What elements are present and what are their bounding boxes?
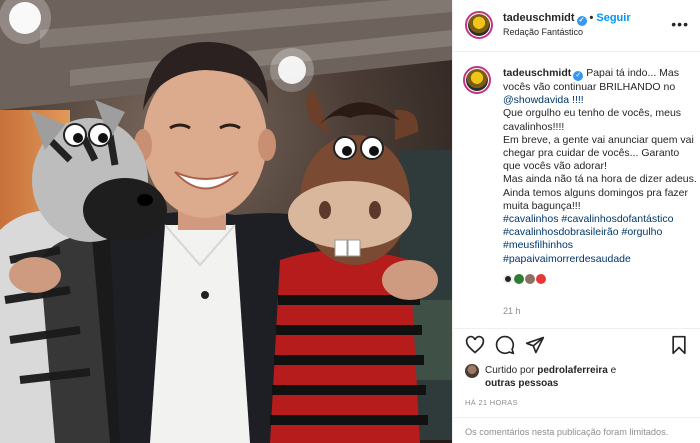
liker-username[interactable]: pedrolaferreira (537, 365, 608, 376)
photo-illustration (0, 0, 452, 443)
post-caption: tadeuschmidt ✓ Papai tá indo... Mas vocês… (453, 52, 700, 328)
author-username[interactable]: tadeuschmidt (503, 12, 575, 24)
brazil-ball-emoji-icon (514, 274, 524, 285)
liked-by-line: Curtido por pedrolaferreira e (485, 365, 616, 376)
hashtag-link[interactable]: #cavalinhos #cavalinhosdofantástico (503, 213, 695, 226)
author-line: tadeuschmidt ✓ • Seguir (503, 12, 631, 26)
comment-icon[interactable] (495, 335, 515, 355)
author-avatar[interactable] (465, 11, 493, 39)
post-side-panel: tadeuschmidt ✓ • Seguir Redação Fantástico … (452, 0, 700, 443)
mention-link[interactable]: @showdavida !!!! (503, 94, 695, 107)
caption-text: chegar pra cuidar de vocês... Garanto (503, 147, 680, 160)
separator-dot: • (589, 12, 594, 24)
comments-limited-notice: Os comentários nesta publicação foram li… (453, 417, 700, 443)
follow-button[interactable]: Seguir (596, 12, 630, 24)
bookmark-icon[interactable] (669, 335, 689, 355)
verified-badge-icon: ✓ (576, 16, 587, 26)
caption-text: cavalinhos!!!! (503, 120, 565, 133)
caption-line-first: tadeuschmidt ✓ Papai tá indo... Mas (503, 67, 695, 81)
liker-avatar[interactable] (465, 364, 479, 378)
caption-text: que vocês vão adorar! (503, 160, 607, 173)
post-location[interactable]: Redação Fantástico (503, 27, 583, 37)
hashtag-link[interactable]: #cavalinhosdobrasileirão #orgulho (503, 226, 695, 239)
share-icon[interactable] (525, 335, 545, 355)
emoji-row (503, 273, 695, 286)
hashtag-link[interactable]: #meusfilhinhos (503, 239, 695, 252)
heart-emoji-icon (536, 274, 546, 285)
soccer-ball-emoji-icon (503, 274, 513, 285)
liked-by-joiner: e (610, 365, 617, 376)
caption-text: Ainda temos alguns domingos pra fazer (503, 186, 689, 199)
caption-verified-icon: ✓ (573, 71, 584, 81)
caption-text: Mas ainda não tá na hora de dizer adeus. (503, 173, 697, 186)
caption-text: vocês vão continuar BRILHANDO no (503, 81, 676, 93)
caption-text: muita bagunça!!! (503, 199, 581, 212)
liked-by-others[interactable]: outras pessoas (485, 378, 558, 389)
liked-by-prefix: Curtido por (485, 365, 535, 376)
others-link[interactable]: outras pessoas (485, 378, 558, 389)
caption-username[interactable]: tadeuschmidt (503, 67, 571, 79)
post-header: tadeuschmidt ✓ • Seguir Redação Fantástico … (453, 0, 700, 52)
post-photo[interactable] (0, 0, 452, 443)
caption-text: Papai tá indo... Mas (586, 67, 679, 79)
caption-text: Em breve, a gente vai anunciar quem vai (503, 133, 694, 146)
caption-author-avatar[interactable] (463, 66, 491, 94)
action-bar (453, 328, 700, 364)
caption-body: tadeuschmidt ✓ Papai tá indo... Mas vocês… (503, 67, 697, 286)
face-emoji-icon (525, 274, 535, 285)
caption-text: Que orgulho eu tenho de vocês, meus (503, 107, 682, 120)
more-dots-icon[interactable]: ••• (671, 16, 689, 32)
heart-icon[interactable] (465, 335, 485, 355)
hashtag-link[interactable]: #papaivaimorrerdesaudade (503, 253, 695, 266)
caption-time[interactable]: 21 h (503, 306, 521, 316)
post-timestamp[interactable]: HÁ 21 HORAS (465, 398, 518, 407)
